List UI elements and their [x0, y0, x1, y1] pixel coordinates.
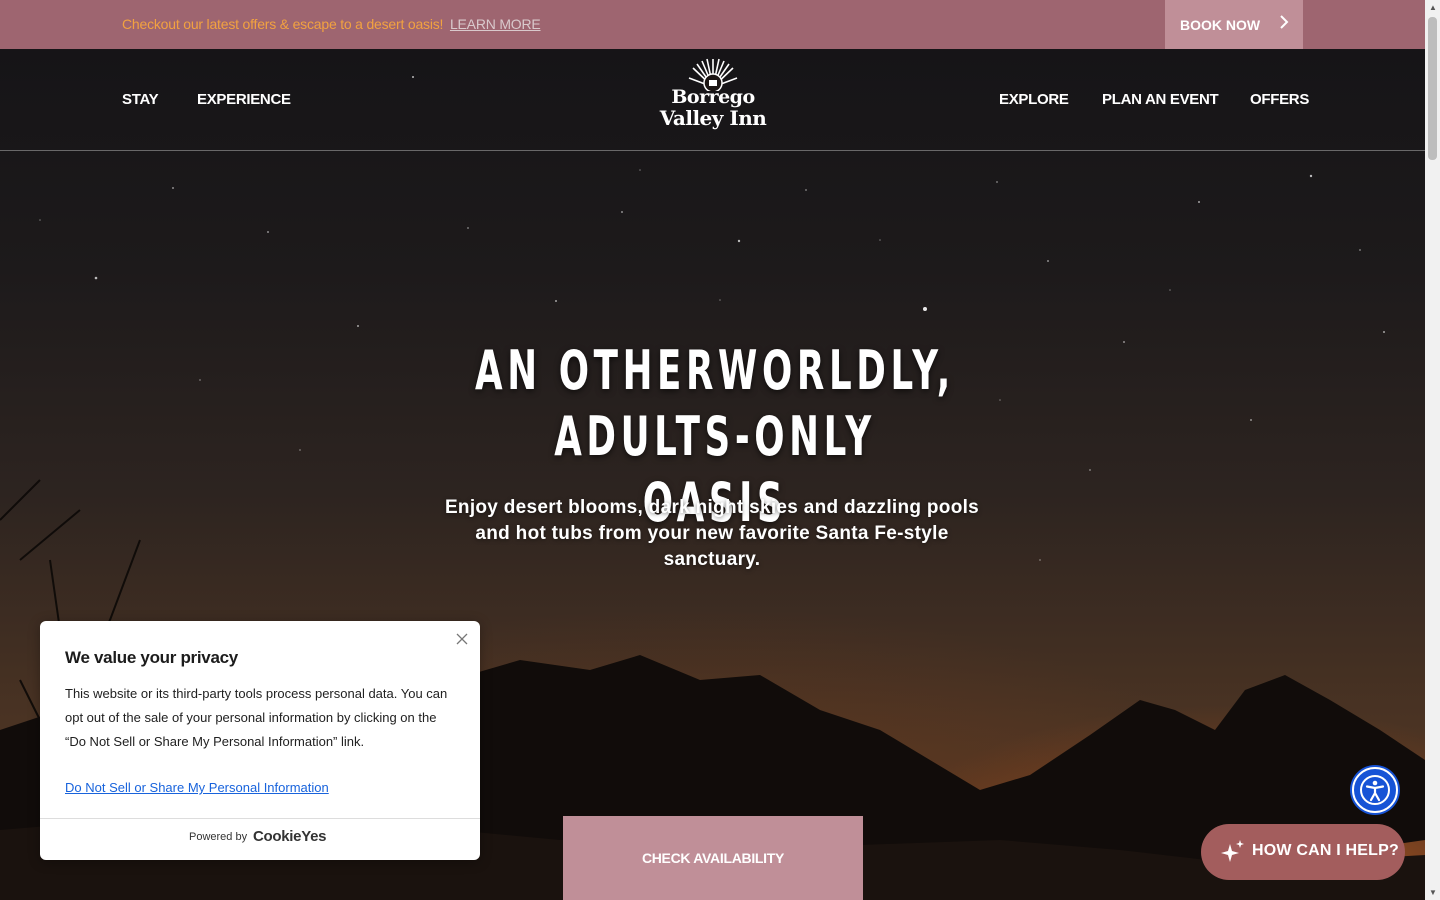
help-chat-button[interactable]: HOW CAN I HELP? [1201, 824, 1405, 880]
scroll-up-arrow-icon[interactable]: ▲ [1429, 3, 1437, 12]
powered-by-label: Powered by [189, 831, 248, 843]
accessibility-button[interactable] [1352, 767, 1398, 813]
do-not-sell-link[interactable]: Do Not Sell or Share My Personal Informa… [65, 780, 329, 795]
page-scrollbar[interactable]: ▲ ▼ [1425, 0, 1440, 900]
check-availability-button[interactable]: CHECK AVAILABILITY [563, 816, 863, 900]
nav-item-experience[interactable]: EXPERIENCE [197, 91, 291, 108]
nav-item-stay[interactable]: STAY [122, 91, 159, 108]
nav-item-plan-an-event[interactable]: PLAN AN EVENT [1102, 91, 1219, 108]
cookie-consent-dialog: We value your privacy This website or it… [40, 621, 480, 860]
learn-more-link[interactable]: LEARN MORE [450, 16, 541, 32]
main-nav: STAY EXPERIENCE Borrego Valley Inn EXPLO… [0, 49, 1425, 151]
promo-message: Checkout our latest offers & escape to a… [122, 16, 541, 32]
site-logo[interactable]: Borrego Valley Inn [652, 55, 774, 143]
promo-text: Checkout our latest offers & escape to a… [122, 16, 444, 32]
sparkle-icon [1221, 840, 1244, 862]
logo-line-1: Borrego [671, 86, 755, 108]
book-now-label: BOOK NOW [1180, 16, 1261, 33]
logo-wordmark: Borrego Valley Inn [652, 87, 774, 129]
close-icon[interactable] [456, 629, 468, 650]
accessibility-icon [1360, 775, 1390, 805]
nav-item-explore[interactable]: EXPLORE [999, 91, 1069, 108]
cookieyes-logo[interactable]: CookieYes [253, 828, 326, 845]
logo-line-2: Valley Inn [659, 106, 767, 130]
scroll-down-arrow-icon[interactable]: ▼ [1429, 888, 1437, 897]
chevron-right-icon [1279, 14, 1289, 35]
cookie-footer: Powered by CookieYes [40, 818, 480, 860]
cookie-body: This website or its third-party tools pr… [65, 686, 448, 749]
scroll-thumb[interactable] [1428, 17, 1437, 160]
promo-bar: Checkout our latest offers & escape to a… [0, 0, 1425, 49]
help-chat-label: HOW CAN I HELP? [1252, 842, 1399, 859]
cookie-title: We value your privacy [65, 648, 238, 667]
hero-headline-line-1: AN OTHERWORLDLY, ADULTS-ONLY [475, 339, 955, 468]
book-now-button[interactable]: BOOK NOW [1165, 0, 1303, 49]
page: Checkout our latest offers & escape to a… [0, 0, 1425, 900]
nav-item-offers[interactable]: OFFERS [1250, 91, 1309, 108]
hero-subtitle: Enjoy desert blooms, dark night skies an… [444, 497, 980, 570]
